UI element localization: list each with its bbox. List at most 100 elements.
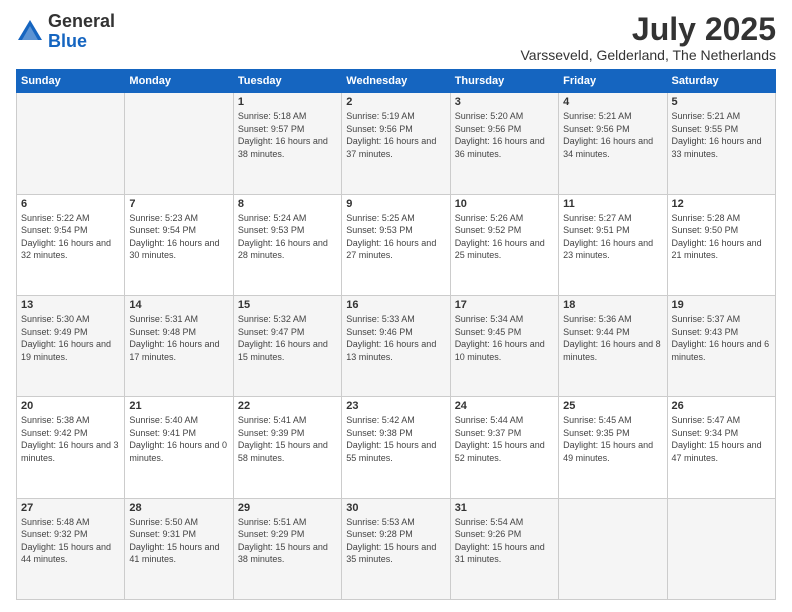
day-info: Sunrise: 5:18 AM Sunset: 9:57 PM Dayligh… (238, 110, 337, 160)
calendar-week-row: 20 Sunrise: 5:38 AM Sunset: 9:42 PM Dayli… (17, 397, 776, 498)
day-number: 27 (21, 502, 120, 514)
calendar-header-row: SundayMondayTuesdayWednesdayThursdayFrid… (17, 70, 776, 93)
day-number: 14 (129, 299, 228, 311)
day-info: Sunrise: 5:33 AM Sunset: 9:46 PM Dayligh… (346, 313, 445, 363)
day-number: 4 (563, 96, 662, 108)
calendar-cell: 19 Sunrise: 5:37 AM Sunset: 9:43 PM Dayli… (667, 295, 775, 396)
day-number: 8 (238, 198, 337, 210)
day-number: 18 (563, 299, 662, 311)
calendar-cell: 20 Sunrise: 5:38 AM Sunset: 9:42 PM Dayli… (17, 397, 125, 498)
calendar-day-header: Wednesday (342, 70, 450, 93)
day-info: Sunrise: 5:20 AM Sunset: 9:56 PM Dayligh… (455, 110, 554, 160)
day-info: Sunrise: 5:31 AM Sunset: 9:48 PM Dayligh… (129, 313, 228, 363)
page: General Blue July 2025 Varsseveld, Gelde… (0, 0, 792, 612)
calendar-cell: 24Sunrise: 5:44 AM Sunset: 9:37 PM Dayli… (450, 397, 558, 498)
calendar-cell: 31 Sunrise: 5:54 AM Sunset: 9:26 PM Dayli… (450, 498, 558, 599)
day-number: 5 (672, 96, 771, 108)
header: General Blue July 2025 Varsseveld, Gelde… (16, 12, 776, 63)
calendar-cell (559, 498, 667, 599)
logo-blue: Blue (48, 31, 87, 51)
day-info: Sunrise: 5:21 AM Sunset: 9:56 PM Dayligh… (563, 110, 662, 160)
calendar-cell: 8Sunrise: 5:24 AM Sunset: 9:53 PM Daylig… (233, 194, 341, 295)
day-number: 15 (238, 299, 337, 311)
logo: General Blue (16, 12, 115, 52)
day-info: Sunrise: 5:48 AM Sunset: 9:32 PM Dayligh… (21, 516, 120, 566)
day-info: Sunrise: 5:30 AM Sunset: 9:49 PM Dayligh… (21, 313, 120, 363)
day-number: 20 (21, 400, 120, 412)
calendar-cell (667, 498, 775, 599)
day-info: Sunrise: 5:38 AM Sunset: 9:42 PM Dayligh… (21, 414, 120, 464)
day-info: Sunrise: 5:42 AM Sunset: 9:38 PM Dayligh… (346, 414, 445, 464)
day-number: 25 (563, 400, 662, 412)
day-info: Sunrise: 5:44 AM Sunset: 9:37 PM Dayligh… (455, 414, 554, 464)
day-number: 9 (346, 198, 445, 210)
calendar-cell: 25 Sunrise: 5:45 AM Sunset: 9:35 PM Dayli… (559, 397, 667, 498)
day-info: Sunrise: 5:41 AM Sunset: 9:39 PM Dayligh… (238, 414, 337, 464)
calendar-cell: 15 Sunrise: 5:32 AM Sunset: 9:47 PM Dayli… (233, 295, 341, 396)
day-number: 3 (455, 96, 554, 108)
calendar-cell (125, 93, 233, 194)
calendar-day-header: Friday (559, 70, 667, 93)
day-info: Sunrise: 5:51 AM Sunset: 9:29 PM Dayligh… (238, 516, 337, 566)
day-number: 22 (238, 400, 337, 412)
calendar-day-header: Thursday (450, 70, 558, 93)
day-info: Sunrise: 5:54 AM Sunset: 9:26 PM Dayligh… (455, 516, 554, 566)
day-info: Sunrise: 5:45 AM Sunset: 9:35 PM Dayligh… (563, 414, 662, 464)
calendar-day-header: Sunday (17, 70, 125, 93)
calendar-cell: 6Sunrise: 5:22 AM Sunset: 9:54 PM Daylig… (17, 194, 125, 295)
calendar-week-row: 27 Sunrise: 5:48 AM Sunset: 9:32 PM Dayli… (17, 498, 776, 599)
calendar-day-header: Monday (125, 70, 233, 93)
calendar-cell: 23Sunrise: 5:42 AM Sunset: 9:38 PM Dayli… (342, 397, 450, 498)
calendar-cell: 17Sunrise: 5:34 AM Sunset: 9:45 PM Dayli… (450, 295, 558, 396)
calendar-day-header: Tuesday (233, 70, 341, 93)
day-number: 21 (129, 400, 228, 412)
calendar-cell: 3 Sunrise: 5:20 AM Sunset: 9:56 PM Daylig… (450, 93, 558, 194)
calendar-day-header: Saturday (667, 70, 775, 93)
day-number: 19 (672, 299, 771, 311)
day-info: Sunrise: 5:23 AM Sunset: 9:54 PM Dayligh… (129, 212, 228, 262)
day-info: Sunrise: 5:28 AM Sunset: 9:50 PM Dayligh… (672, 212, 771, 262)
day-number: 28 (129, 502, 228, 514)
calendar-cell: 7 Sunrise: 5:23 AM Sunset: 9:54 PM Daylig… (125, 194, 233, 295)
day-number: 11 (563, 198, 662, 210)
calendar-week-row: 13Sunrise: 5:30 AM Sunset: 9:49 PM Dayli… (17, 295, 776, 396)
day-info: Sunrise: 5:19 AM Sunset: 9:56 PM Dayligh… (346, 110, 445, 160)
calendar-cell: 5Sunrise: 5:21 AM Sunset: 9:55 PM Daylig… (667, 93, 775, 194)
day-number: 12 (672, 198, 771, 210)
calendar-cell: 12 Sunrise: 5:28 AM Sunset: 9:50 PM Dayli… (667, 194, 775, 295)
day-info: Sunrise: 5:37 AM Sunset: 9:43 PM Dayligh… (672, 313, 771, 363)
day-info: Sunrise: 5:32 AM Sunset: 9:47 PM Dayligh… (238, 313, 337, 363)
calendar-table: SundayMondayTuesdayWednesdayThursdayFrid… (16, 69, 776, 600)
day-info: Sunrise: 5:47 AM Sunset: 9:34 PM Dayligh… (672, 414, 771, 464)
calendar-cell: 30 Sunrise: 5:53 AM Sunset: 9:28 PM Dayli… (342, 498, 450, 599)
day-info: Sunrise: 5:40 AM Sunset: 9:41 PM Dayligh… (129, 414, 228, 464)
calendar-cell: 29 Sunrise: 5:51 AM Sunset: 9:29 PM Dayli… (233, 498, 341, 599)
calendar-cell: 27 Sunrise: 5:48 AM Sunset: 9:32 PM Dayli… (17, 498, 125, 599)
day-info: Sunrise: 5:53 AM Sunset: 9:28 PM Dayligh… (346, 516, 445, 566)
day-number: 29 (238, 502, 337, 514)
day-number: 31 (455, 502, 554, 514)
calendar-cell: 11 Sunrise: 5:27 AM Sunset: 9:51 PM Dayli… (559, 194, 667, 295)
calendar-cell: 22 Sunrise: 5:41 AM Sunset: 9:39 PM Dayli… (233, 397, 341, 498)
subtitle: Varsseveld, Gelderland, The Netherlands (520, 47, 776, 63)
calendar-cell: 18Sunrise: 5:36 AM Sunset: 9:44 PM Dayli… (559, 295, 667, 396)
day-number: 30 (346, 502, 445, 514)
calendar-cell: 1Sunrise: 5:18 AM Sunset: 9:57 PM Daylig… (233, 93, 341, 194)
calendar-week-row: 1Sunrise: 5:18 AM Sunset: 9:57 PM Daylig… (17, 93, 776, 194)
calendar-cell: 10 Sunrise: 5:26 AM Sunset: 9:52 PM Dayli… (450, 194, 558, 295)
day-info: Sunrise: 5:26 AM Sunset: 9:52 PM Dayligh… (455, 212, 554, 262)
calendar-cell: 28Sunrise: 5:50 AM Sunset: 9:31 PM Dayli… (125, 498, 233, 599)
day-number: 7 (129, 198, 228, 210)
title-block: July 2025 Varsseveld, Gelderland, The Ne… (520, 12, 776, 63)
logo-icon (16, 18, 44, 46)
day-number: 10 (455, 198, 554, 210)
calendar-cell (17, 93, 125, 194)
logo-general: General (48, 11, 115, 31)
day-info: Sunrise: 5:27 AM Sunset: 9:51 PM Dayligh… (563, 212, 662, 262)
calendar-cell: 16 Sunrise: 5:33 AM Sunset: 9:46 PM Dayli… (342, 295, 450, 396)
day-number: 2 (346, 96, 445, 108)
main-title: July 2025 (520, 12, 776, 47)
calendar-week-row: 6Sunrise: 5:22 AM Sunset: 9:54 PM Daylig… (17, 194, 776, 295)
calendar-cell: 14 Sunrise: 5:31 AM Sunset: 9:48 PM Dayli… (125, 295, 233, 396)
day-number: 16 (346, 299, 445, 311)
